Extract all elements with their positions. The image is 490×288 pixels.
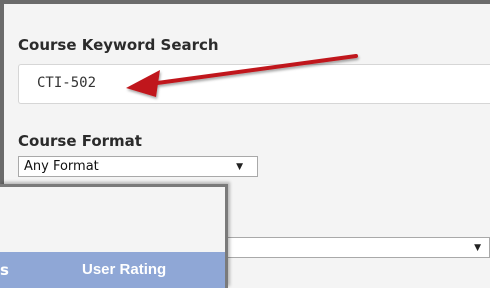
keyword-search-label: Course Keyword Search: [18, 36, 219, 54]
caret-down-icon: ▼: [236, 162, 243, 172]
tab-partial[interactable]: s: [0, 261, 9, 279]
keyword-search-value: CTI-502: [37, 75, 97, 91]
tab-user-rating[interactable]: User Rating: [82, 261, 166, 278]
caret-down-icon: ▼: [474, 243, 481, 253]
keyword-search-input[interactable]: CTI-502: [18, 64, 490, 104]
course-format-label: Course Format: [18, 132, 142, 150]
inset-screenshot: s User Rating: [0, 184, 228, 288]
sort-tab-bar: s User Rating: [0, 252, 225, 288]
additional-filter-select[interactable]: ▼: [228, 237, 490, 258]
course-format-selected: Any Format: [24, 159, 99, 174]
course-format-select[interactable]: Any Format ▼: [18, 156, 258, 177]
